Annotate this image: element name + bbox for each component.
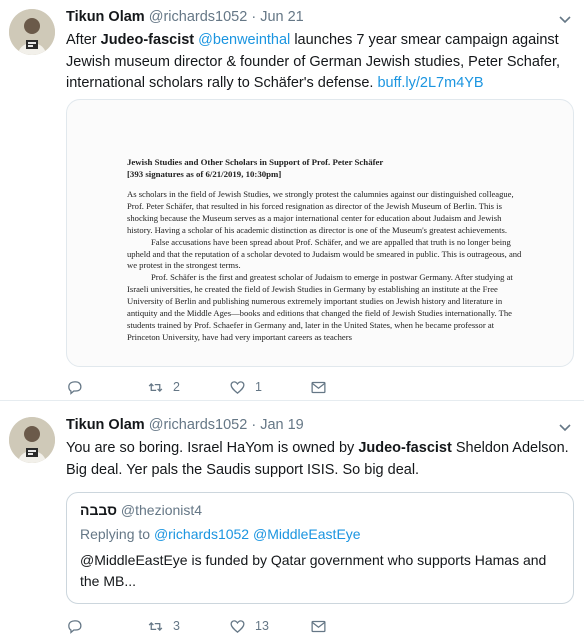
document-subtitle: [393 signatures as of 6/21/2019, 10:30pm… xyxy=(127,169,282,179)
tweet-header: Tikun Olam @richards1052 · Jan 19 xyxy=(66,417,304,433)
retweet-count: 2 xyxy=(173,380,180,394)
tweet[interactable]: Tikun Olam @richards1052 · Jun 21 After … xyxy=(0,0,584,400)
tweet-actions: 2 1 xyxy=(66,377,366,397)
quoted-tweet[interactable]: סבבה @thezionist4 Replying to @richards1… xyxy=(66,492,574,604)
like-button[interactable]: 1 xyxy=(229,377,262,397)
text-bold: Judeo-fascist xyxy=(358,440,452,456)
tweet-date[interactable]: Jan 19 xyxy=(260,417,304,433)
text-bold: Judeo-fascist xyxy=(100,32,195,48)
text-part: You are so boring. Israel HaYom is owned… xyxy=(66,440,359,456)
separator: · xyxy=(251,9,257,25)
quoted-author-handle: @thezionist4 xyxy=(120,502,203,518)
like-button[interactable]: 13 xyxy=(229,616,269,636)
reply-to-links[interactable]: @richards1052 @MiddleEastEye xyxy=(154,526,361,542)
author-handle[interactable]: @richards1052 xyxy=(149,417,248,433)
like-count: 13 xyxy=(255,619,269,633)
separator: · xyxy=(251,417,257,433)
quoted-reply-context: Replying to @richards1052 @MiddleEastEye xyxy=(80,526,361,542)
avatar[interactable] xyxy=(9,417,55,463)
tweet-header: Tikun Olam @richards1052 · Jun 21 xyxy=(66,9,304,25)
dm-icon xyxy=(311,620,326,632)
tweet-text: You are so boring. Israel HaYom is owned… xyxy=(66,438,576,481)
text-part: After xyxy=(66,32,101,48)
reply-icon xyxy=(68,380,82,395)
retweet-button[interactable]: 3 xyxy=(147,616,180,636)
like-count: 1 xyxy=(255,380,262,394)
tweet-text: After Judeo-fascist @benweinthal launche… xyxy=(66,30,576,95)
like-icon xyxy=(230,380,245,394)
dm-button[interactable] xyxy=(310,616,327,636)
author-handle[interactable]: @richards1052 xyxy=(149,9,248,25)
url-link[interactable]: buff.ly/2L7m4YB xyxy=(377,75,483,91)
document-paragraph: As scholars in the field of Jewish Studi… xyxy=(127,189,514,235)
tweet-actions: 3 13 xyxy=(66,616,366,636)
reply-button[interactable] xyxy=(66,377,92,397)
document-title: Jewish Studies and Other Scholars in Sup… xyxy=(127,157,384,167)
tweet[interactable]: Tikun Olam @richards1052 · Jan 19 You ar… xyxy=(0,401,584,640)
retweet-icon xyxy=(148,621,163,631)
retweet-icon xyxy=(148,382,163,392)
quoted-author-name: סבבה xyxy=(80,502,118,518)
retweet-count: 3 xyxy=(173,619,180,633)
reply-prefix: Replying to xyxy=(80,526,154,542)
document-paragraph: False accusations have been spread about… xyxy=(127,236,522,271)
retweet-button[interactable]: 2 xyxy=(147,377,180,397)
caret-down-icon[interactable] xyxy=(558,420,572,434)
avatar[interactable] xyxy=(9,9,55,55)
quoted-text: @MiddleEastEye is funded by Qatar govern… xyxy=(80,552,547,589)
media-image[interactable]: Jewish Studies and Other Scholars in Sup… xyxy=(66,99,574,367)
author-name[interactable]: Tikun Olam xyxy=(66,417,145,433)
tweet-date[interactable]: Jun 21 xyxy=(260,9,304,25)
dm-icon xyxy=(311,381,326,393)
document-paragraph: Prof. Schäfer is the first and greatest … xyxy=(127,272,513,342)
caret-down-icon[interactable] xyxy=(558,12,572,26)
reply-button[interactable] xyxy=(66,616,92,636)
mention-link[interactable]: @benweinthal xyxy=(198,32,290,48)
reply-icon xyxy=(68,619,82,634)
like-icon xyxy=(230,619,245,633)
document-preview: Jewish Studies and Other Scholars in Sup… xyxy=(127,156,527,344)
quoted-header: סבבה @thezionist4 xyxy=(80,502,202,518)
author-name[interactable]: Tikun Olam xyxy=(66,9,145,25)
dm-button[interactable] xyxy=(310,377,327,397)
